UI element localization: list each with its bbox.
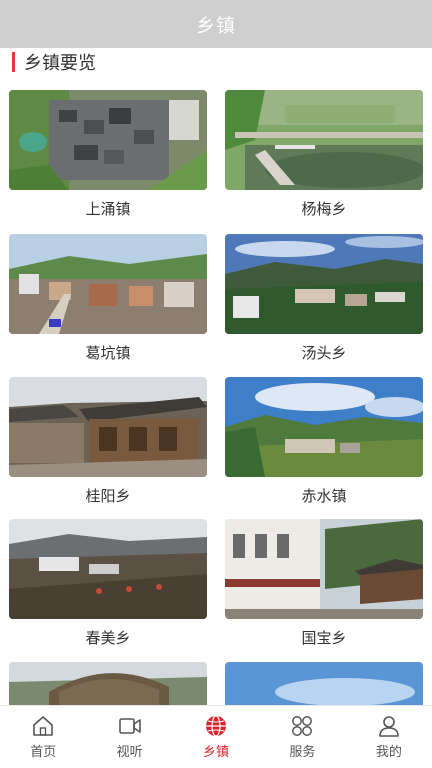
- town-photo[interactable]: [225, 377, 423, 477]
- town-card-tangtou[interactable]: 汤头乡: [225, 234, 423, 364]
- town-name[interactable]: 杨梅乡: [225, 198, 423, 220]
- tab-label: 首页: [30, 745, 57, 760]
- town-street-image: [9, 234, 207, 334]
- tab-services[interactable]: 服务: [259, 706, 345, 768]
- town-name[interactable]: 葛坑镇: [9, 342, 207, 364]
- tab-towns[interactable]: 乡镇: [173, 706, 259, 768]
- old-houses-image: [9, 377, 207, 477]
- mountain-town-image: [225, 234, 423, 334]
- town-photo[interactable]: [225, 90, 423, 190]
- user-icon: [379, 716, 399, 737]
- globe-icon: [206, 715, 227, 737]
- tab-profile[interactable]: 我的: [346, 706, 432, 768]
- grid-icon: [292, 716, 313, 736]
- village-stone-sign-image: [9, 662, 207, 706]
- village-aerial-image: [9, 90, 207, 190]
- town-photo[interactable]: [225, 519, 423, 619]
- town-photo[interactable]: [9, 90, 207, 190]
- town-photo[interactable]: [225, 234, 423, 334]
- town-card-guobao[interactable]: 国宝乡: [225, 519, 423, 649]
- tab-label: 我的: [375, 745, 402, 760]
- town-card-yangmei[interactable]: 杨梅乡: [225, 90, 423, 220]
- town-card-shangyong[interactable]: 上涌镇: [9, 90, 207, 220]
- town-grid: 上涌镇 杨梅乡 葛坑镇 汤头乡 桂阳乡 赤水镇 春美乡 国宝乡: [0, 90, 432, 706]
- top-header: 乡镇: [0, 0, 432, 48]
- town-name[interactable]: 国宝乡: [225, 627, 423, 649]
- home-icon: [33, 716, 54, 736]
- town-photo[interactable]: [225, 662, 423, 706]
- town-name[interactable]: 春美乡: [9, 627, 207, 649]
- town-card-guiyang[interactable]: 桂阳乡: [9, 377, 207, 507]
- town-card-chishui[interactable]: 赤水镇: [225, 377, 423, 507]
- town-card-gekeng[interactable]: 葛坑镇: [9, 234, 207, 364]
- section-accent-bar: [12, 52, 15, 72]
- town-card-next[interactable]: [225, 662, 423, 706]
- page-title: 乡镇: [195, 14, 236, 37]
- traditional-buildings-image: [225, 519, 423, 619]
- tab-label: 乡镇: [203, 745, 230, 760]
- town-name[interactable]: 上涌镇: [9, 198, 207, 220]
- hill-village-image: [9, 519, 207, 619]
- section-title: 乡镇要览: [24, 53, 96, 74]
- tab-label: 服务: [289, 745, 316, 760]
- town-photo[interactable]: [9, 234, 207, 334]
- section-heading: 乡镇要览: [12, 50, 96, 74]
- lake-bridge-image: [225, 90, 423, 190]
- bottom-tab-bar: 首页 视听 乡镇 服务 我的: [0, 705, 432, 768]
- town-name[interactable]: 汤头乡: [225, 342, 423, 364]
- town-card-yiru[interactable]: [9, 662, 207, 706]
- tab-label: 视听: [116, 745, 143, 760]
- video-icon: [118, 718, 141, 734]
- tab-home[interactable]: 首页: [0, 706, 86, 768]
- town-name[interactable]: 赤水镇: [225, 485, 423, 507]
- town-card-chunmei[interactable]: 春美乡: [9, 519, 207, 649]
- town-photo[interactable]: [9, 377, 207, 477]
- town-photo[interactable]: [9, 662, 207, 706]
- valley-town-image: [225, 377, 423, 477]
- town-name[interactable]: 桂阳乡: [9, 485, 207, 507]
- town-photo[interactable]: [9, 519, 207, 619]
- tab-video[interactable]: 视听: [86, 706, 172, 768]
- sky-image: [225, 662, 423, 706]
